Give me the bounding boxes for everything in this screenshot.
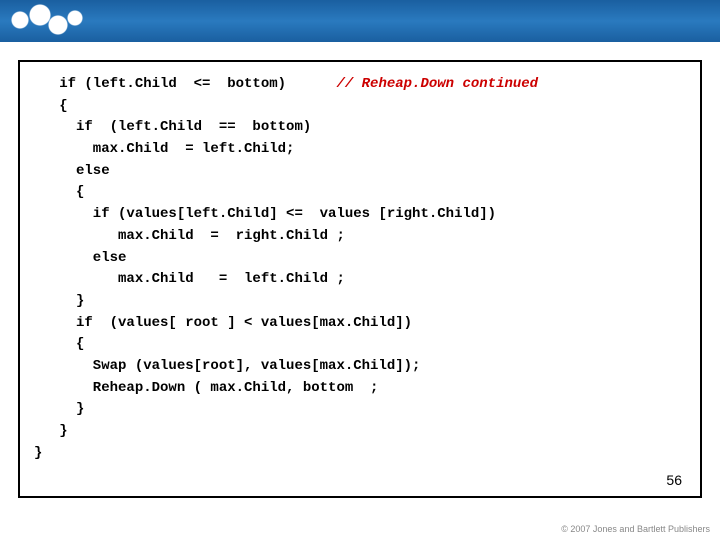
- code-line-16: }: [34, 401, 84, 417]
- code-line-1a: if (left.Child <= bottom): [34, 76, 336, 92]
- code-line-5: else: [34, 163, 110, 179]
- slide-header-banner: [0, 0, 720, 42]
- code-comment: // Reheap.Down continued: [336, 76, 538, 92]
- code-line-3: if (left.Child == bottom): [34, 119, 311, 135]
- code-line-8: max.Child = right.Child ;: [34, 228, 345, 244]
- code-line-17: }: [34, 423, 68, 439]
- code-block: if (left.Child <= bottom) // Reheap.Down…: [34, 74, 686, 464]
- code-line-15: Reheap.Down ( max.Child, bottom ;: [34, 380, 378, 396]
- code-line-12: if (values[ root ] < values[max.Child]): [34, 315, 412, 331]
- code-line-4: max.Child = left.Child;: [34, 141, 294, 157]
- code-line-13: {: [34, 336, 84, 352]
- code-line-6: {: [34, 184, 84, 200]
- code-line-7: if (values[left.Child] <= values [right.…: [34, 206, 496, 222]
- page-number: 56: [666, 472, 682, 488]
- code-line-18: }: [34, 445, 42, 461]
- flower-decoration: [0, 0, 92, 42]
- code-line-2: {: [34, 98, 68, 114]
- code-line-14: Swap (values[root], values[max.Child]);: [34, 358, 420, 374]
- code-line-11: }: [34, 293, 84, 309]
- code-line-9: else: [34, 250, 126, 266]
- code-line-10: max.Child = left.Child ;: [34, 271, 345, 287]
- footer-copyright: © 2007 Jones and Bartlett Publishers: [561, 524, 710, 534]
- content-frame: if (left.Child <= bottom) // Reheap.Down…: [18, 60, 702, 498]
